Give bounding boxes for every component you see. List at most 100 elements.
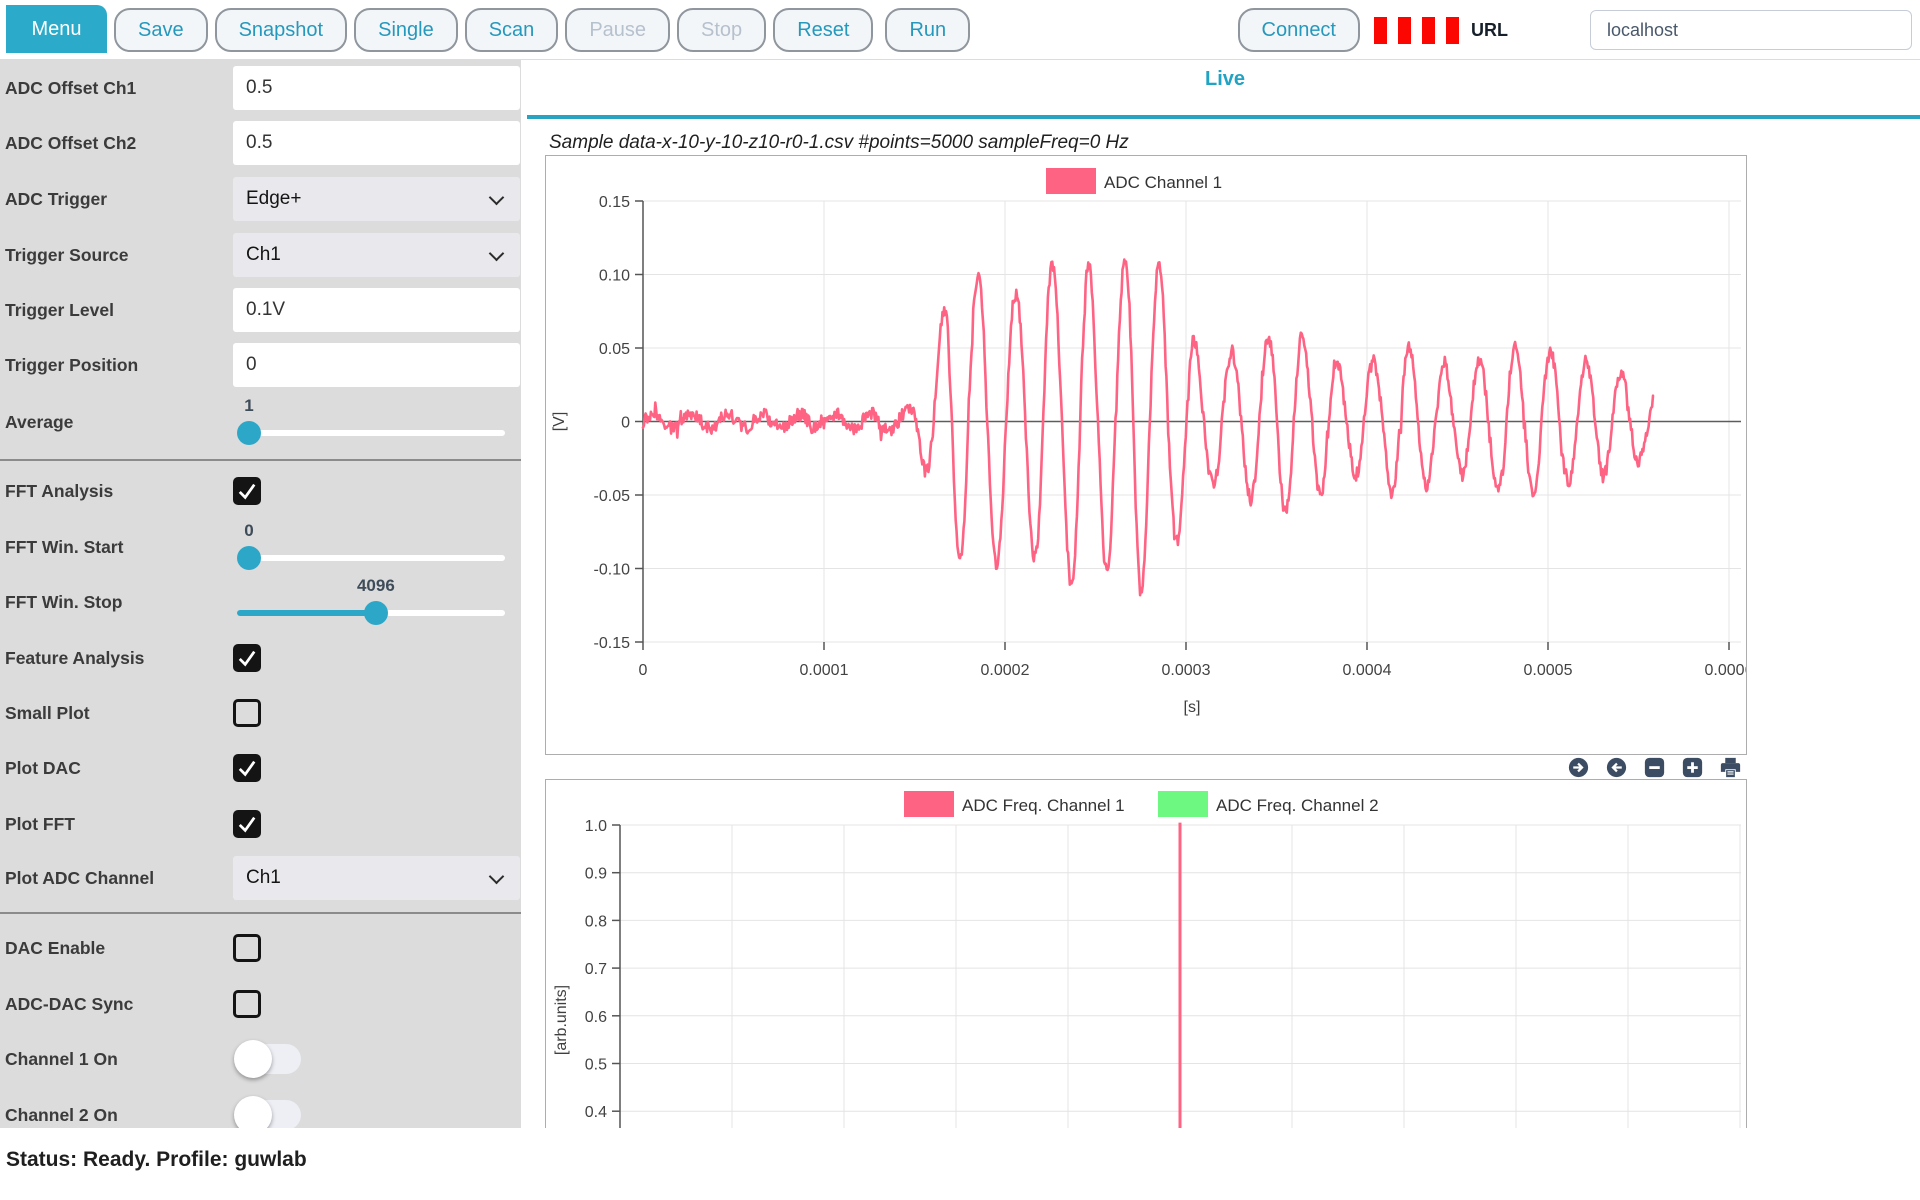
- legend-swatch-ch1: [1046, 168, 1096, 194]
- sidebar-divider: [0, 912, 521, 914]
- x-tick-label: 0.0004: [1343, 662, 1392, 679]
- connect-button[interactable]: Connect: [1238, 8, 1361, 52]
- connection-bar-icon: [1422, 17, 1435, 44]
- x-tick-label: 0.0005: [1524, 662, 1573, 679]
- fft-analysis-checkbox[interactable]: [233, 477, 261, 505]
- label-trigger-position: Trigger Position: [5, 337, 138, 393]
- trigger-source-select[interactable]: Ch1: [233, 233, 520, 277]
- label-plot-fft: Plot FFT: [5, 796, 75, 852]
- plot-adc-channel-select[interactable]: Ch1: [233, 856, 520, 900]
- sidebar-row-trigger-source: Trigger SourceCh1: [0, 227, 521, 283]
- slider-knob[interactable]: [364, 601, 388, 625]
- label-fft-win-start: FFT Win. Start: [5, 519, 123, 575]
- label-trigger-level: Trigger Level: [5, 282, 114, 338]
- snapshot-button[interactable]: Snapshot: [215, 8, 348, 52]
- adc-frequency-chart: ADC Freq. Channel 1ADC Freq. Channel 21.…: [545, 779, 1747, 1128]
- y-tick-label: 0.8: [585, 913, 607, 930]
- check-icon: [236, 814, 258, 834]
- save-button[interactable]: Save: [114, 8, 208, 52]
- connection-bar-icon: [1446, 17, 1459, 44]
- label-adc-dac-sync: ADC-DAC Sync: [5, 976, 133, 1032]
- single-button[interactable]: Single: [354, 8, 458, 52]
- x-tick-label: 0: [639, 662, 648, 679]
- slider-value: 1: [244, 396, 253, 416]
- main-content: Live Sample data-x-10-y-10-z10-r0-1.csv …: [530, 60, 1920, 1128]
- slider-track[interactable]: [237, 430, 505, 436]
- chevron-down-icon: [489, 246, 505, 262]
- pan-left-icon[interactable]: [1606, 757, 1627, 778]
- stop-button: Stop: [677, 8, 766, 52]
- y-tick-label: 0.6: [585, 1009, 607, 1026]
- adc-trigger-select[interactable]: Edge+: [233, 177, 520, 221]
- y-tick-label: 0.15: [599, 194, 630, 211]
- sidebar-divider: [0, 459, 521, 461]
- legend-label-freq-ch1: ADC Freq. Channel 1: [962, 796, 1125, 815]
- check-icon: [236, 758, 258, 778]
- print-icon[interactable]: [1720, 757, 1741, 778]
- sidebar-row-plot-fft: Plot FFT: [0, 796, 521, 852]
- zoom-out-icon[interactable]: [1644, 757, 1665, 778]
- chevron-down-icon: [489, 869, 505, 885]
- url-label: URL: [1471, 20, 1508, 41]
- sidebar-row-feature-analysis: Feature Analysis: [0, 630, 521, 686]
- connection-strength-indicator: [1374, 8, 1459, 52]
- y-tick-label: -0.10: [594, 562, 631, 579]
- toggle-knob[interactable]: [234, 1096, 272, 1128]
- pan-right-icon[interactable]: [1568, 757, 1589, 778]
- toolbar-button-row: Menu SaveSnapshotSingleScanPauseStopRese…: [0, 0, 970, 53]
- label-small-plot: Small Plot: [5, 685, 90, 741]
- plot-fft-checkbox[interactable]: [233, 810, 261, 838]
- status-bar: Status: Ready. Profile: guwlab: [0, 1128, 1920, 1200]
- average-slider: 1: [237, 394, 505, 450]
- reset-button[interactable]: Reset: [773, 8, 873, 52]
- slider-knob[interactable]: [237, 421, 261, 445]
- fft-win-stop-slider: 4096: [237, 574, 505, 630]
- adc-dac-sync-checkbox[interactable]: [233, 990, 261, 1018]
- url-input[interactable]: [1590, 10, 1912, 50]
- legend-label-freq-ch2: ADC Freq. Channel 2: [1216, 796, 1379, 815]
- label-channel-1-on: Channel 1 On: [5, 1031, 118, 1087]
- slider-knob[interactable]: [237, 546, 261, 570]
- tab-live[interactable]: Live: [530, 68, 1920, 91]
- channel-1-on-toggle[interactable]: [237, 1044, 301, 1074]
- feature-analysis-checkbox[interactable]: [233, 644, 261, 672]
- sidebar-row-adc-trigger: ADC TriggerEdge+: [0, 171, 521, 227]
- y-tick-label: -0.05: [594, 488, 631, 505]
- menu-button[interactable]: Menu: [6, 5, 107, 53]
- label-adc-offset-ch1: ADC Offset Ch1: [5, 60, 136, 116]
- sidebar-row-fft-analysis: FFT Analysis: [0, 463, 521, 519]
- adc-offset-ch2-input[interactable]: [233, 121, 520, 165]
- y-axis-label: [arb.units]: [553, 985, 570, 1055]
- slider-fill: [237, 610, 376, 616]
- channel-2-on-toggle[interactable]: [237, 1100, 301, 1128]
- status-text: Status: Ready. Profile: guwlab: [6, 1148, 307, 1172]
- y-tick-label: 0.9: [585, 866, 607, 883]
- pause-button: Pause: [565, 8, 670, 52]
- waveform-plot: ADC Channel 10.150.100.050-0.05-0.10-0.1…: [546, 156, 1746, 754]
- top-toolbar: Menu SaveSnapshotSingleScanPauseStopRese…: [0, 0, 1920, 60]
- y-tick-label: 0.5: [585, 1057, 607, 1074]
- legend-swatch-freq-ch1: [904, 791, 954, 817]
- label-plot-dac: Plot DAC: [5, 740, 81, 796]
- scan-button[interactable]: Scan: [465, 8, 559, 52]
- adc-offset-ch1-input[interactable]: [233, 66, 520, 110]
- trigger-position-input[interactable]: [233, 343, 520, 387]
- y-tick-label: 0: [621, 415, 630, 432]
- y-tick-label: 0.4: [585, 1104, 607, 1121]
- x-tick-label: 0.0003: [1162, 662, 1211, 679]
- connection-bar-icon: [1398, 17, 1411, 44]
- slider-track[interactable]: [237, 555, 505, 561]
- dac-enable-checkbox[interactable]: [233, 934, 261, 962]
- check-icon: [236, 481, 258, 501]
- x-tick-label: 0.0001: [800, 662, 849, 679]
- trigger-level-input[interactable]: [233, 288, 520, 332]
- zoom-in-icon[interactable]: [1682, 757, 1703, 778]
- plot-dac-checkbox[interactable]: [233, 754, 261, 782]
- small-plot-checkbox[interactable]: [233, 699, 261, 727]
- sidebar-row-dac-enable: DAC Enable: [0, 920, 521, 976]
- slider-value: 0: [244, 521, 253, 541]
- toggle-knob[interactable]: [234, 1040, 272, 1078]
- run-button[interactable]: Run: [885, 8, 970, 52]
- x-axis-label: [s]: [1184, 699, 1201, 716]
- legend-label-ch1: ADC Channel 1: [1104, 173, 1222, 192]
